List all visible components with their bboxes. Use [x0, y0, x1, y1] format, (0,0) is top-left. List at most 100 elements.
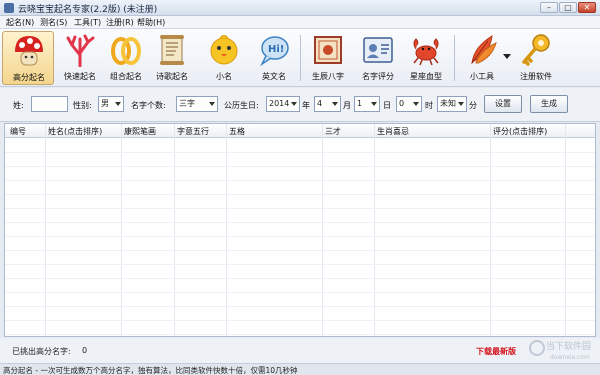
minute-select[interactable]: 未知	[437, 96, 467, 112]
column-header-kangxi[interactable]: 康熙笔画	[124, 126, 156, 137]
table-header: 编号 姓名(点击排序) 康熙笔画 字意五行 五格 三才 生肖喜忌 评分(点击排序…	[5, 124, 595, 138]
name-count-value: 三字	[179, 99, 195, 108]
birthday-label: 公历生日:	[224, 101, 259, 110]
scroll-icon	[160, 35, 184, 65]
year-value: 2014	[269, 99, 290, 108]
chevron-down-icon	[371, 102, 377, 106]
menu-register[interactable]: 注册(R)	[106, 17, 134, 28]
column-header-sancai[interactable]: 三才	[325, 126, 341, 137]
results-table[interactable]: 编号 姓名(点击排序) 康熙笔画 字意五行 五格 三才 生肖喜忌 评分(点击排序…	[4, 123, 596, 337]
chevron-down-icon	[115, 102, 121, 106]
menu-help[interactable]: 帮助(H)	[137, 17, 165, 28]
svg-text:Hi!: Hi!	[268, 44, 284, 55]
settings-button[interactable]: 设置	[484, 95, 522, 113]
tool-gaofen-qiming[interactable]: 高分起名	[2, 31, 54, 85]
watermark-logo: 当下软件园 downxia.com	[529, 340, 591, 361]
column-header-wuxing[interactable]: 字意五行	[177, 126, 209, 137]
month-unit: 月	[343, 101, 351, 110]
hour-value: 0	[399, 99, 405, 108]
minute-value: 未知	[440, 99, 456, 108]
watermark-url: downxia.com	[550, 354, 590, 361]
tool-xingzuo-xuexing[interactable]: 星座血型	[400, 31, 452, 85]
hi-bubble-icon: Hi!	[260, 36, 289, 67]
column-header-name[interactable]: 姓名(点击排序)	[48, 126, 102, 137]
title-bar: 云晓宝宝起名专家(2.2版) (未注册) – □ ✕	[0, 0, 600, 16]
tool-mingzi-pingfen[interactable]: 名字评分	[352, 31, 404, 85]
row-gridline	[5, 222, 595, 223]
result-bar: 已挑出高分名字: 0 下载最新版 当下软件园 downxia.com	[0, 338, 600, 363]
tool-xiaoming[interactable]: 小名	[198, 31, 250, 85]
tool-shige-qiming[interactable]: 诗歌起名	[146, 31, 198, 85]
chevron-down-icon	[291, 102, 297, 106]
gender-select[interactable]: 男	[98, 96, 124, 112]
found-count-value: 0	[82, 346, 88, 355]
tool-label: 注册软件	[520, 72, 552, 81]
row-gridline	[5, 180, 595, 181]
chevron-down-icon	[413, 102, 419, 106]
row-gridline	[5, 292, 595, 293]
row-gridline	[5, 250, 595, 251]
mushroom-icon	[15, 36, 43, 66]
download-latest-link[interactable]: 下载最新版	[476, 346, 516, 357]
tool-label: 英文名	[262, 72, 286, 81]
key-icon	[522, 34, 550, 66]
row-gridline	[5, 208, 595, 209]
hour-unit: 时	[425, 101, 433, 110]
column-header-shengxiao[interactable]: 生肖喜忌	[377, 126, 409, 137]
ring-icon	[111, 37, 141, 65]
maximize-button[interactable]: □	[559, 2, 577, 13]
column-header-score[interactable]: 评分(点击排序)	[493, 126, 547, 137]
row-gridline	[5, 194, 595, 195]
toolbar-separator	[300, 35, 301, 81]
tool-english-name[interactable]: Hi! 英文名	[248, 31, 300, 85]
tool-zuhe-qiming[interactable]: 组合起名	[100, 31, 152, 85]
surname-label: 姓:	[13, 101, 24, 110]
tool-zhuce-ruanjian[interactable]: 注册软件	[510, 31, 562, 85]
minute-unit: 分	[469, 101, 477, 110]
hour-select[interactable]: 0	[396, 96, 422, 112]
year-select[interactable]: 2014	[266, 96, 300, 112]
surname-input[interactable]	[31, 96, 68, 112]
name-count-select[interactable]: 三字	[176, 96, 218, 112]
minimize-button[interactable]: –	[540, 2, 558, 13]
generate-button[interactable]: 生成	[530, 95, 568, 113]
row-gridline	[5, 236, 595, 237]
app-icon	[4, 3, 14, 13]
row-gridline	[5, 306, 595, 307]
gender-value: 男	[101, 99, 109, 108]
row-gridline	[5, 264, 595, 265]
row-gridline	[5, 152, 595, 153]
certificate-icon	[314, 36, 342, 64]
coral-icon	[66, 34, 95, 67]
menu-qiming[interactable]: 起名(N)	[6, 17, 34, 28]
month-select[interactable]: 4	[314, 96, 341, 112]
menu-bar: 起名(N) 测名(S) 工具(T) 注册(R) 帮助(H)	[0, 16, 600, 29]
tool-label: 生辰八字	[312, 72, 344, 81]
tool-label: 诗歌起名	[156, 72, 188, 81]
tool-label: 组合起名	[110, 72, 142, 81]
tool-xiao-gongju[interactable]: 小工具	[456, 31, 508, 85]
row-gridline	[5, 166, 595, 167]
status-bar: 高分起名 - 一次可生成数万个高分名字，独有算法，比同类软件快数十倍，仅需10几…	[0, 363, 600, 375]
chick-icon	[210, 35, 238, 65]
column-header-id[interactable]: 编号	[10, 126, 26, 137]
status-text: 高分起名 - 一次可生成数万个高分名字，独有算法，比同类软件快数十倍，仅需10几…	[3, 366, 298, 375]
column-header-wuge[interactable]: 五格	[229, 126, 245, 137]
day-select[interactable]: 1	[354, 96, 380, 112]
toolbar: 高分起名 快速起名 组合起名 诗歌起名 小名 Hi! 英文名 生辰八字 名字评分…	[0, 29, 600, 87]
tool-kuaisu-qiming[interactable]: 快速起名	[54, 31, 106, 85]
tool-label: 星座血型	[410, 72, 442, 81]
menu-ceming[interactable]: 测名(S)	[40, 17, 67, 28]
watermark-text: 当下软件园	[546, 340, 591, 352]
month-value: 4	[317, 99, 323, 108]
filter-bar: 姓: 性别: 男 名字个数: 三字 公历生日: 2014 年 4 月 1 日 0…	[0, 88, 600, 122]
year-unit: 年	[302, 101, 310, 110]
close-button[interactable]: ✕	[578, 2, 596, 13]
window-title: 云晓宝宝起名专家(2.2版) (未注册)	[18, 5, 158, 15]
menu-tools[interactable]: 工具(T)	[74, 17, 101, 28]
tool-shengchen-bazi[interactable]: 生辰八字	[302, 31, 354, 85]
row-gridline	[5, 320, 595, 321]
tool-label: 高分起名	[13, 73, 45, 82]
chevron-down-icon	[332, 102, 338, 106]
toolbar-separator	[454, 35, 455, 81]
